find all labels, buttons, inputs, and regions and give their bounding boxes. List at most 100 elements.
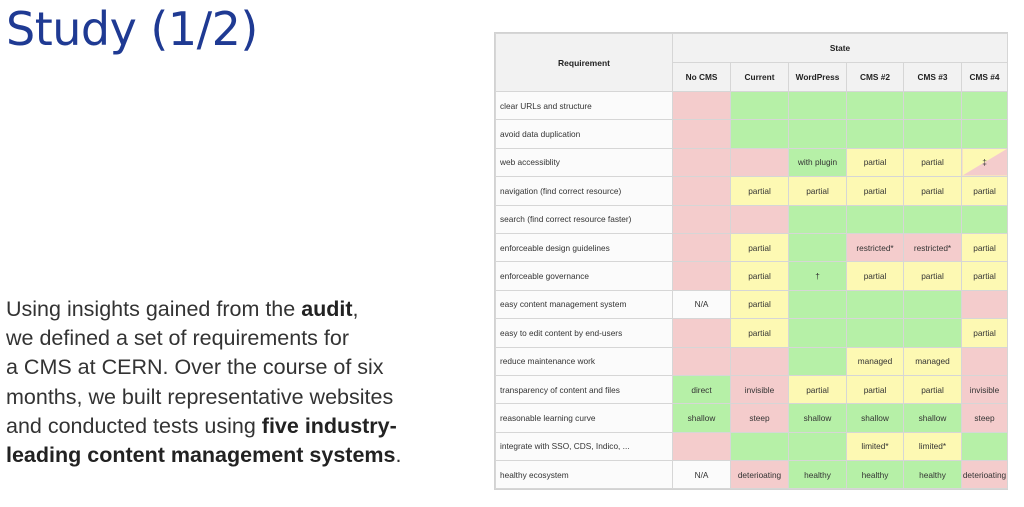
column-header: No CMS: [672, 62, 731, 92]
body-line-text: and conducted tests using: [6, 413, 262, 438]
state-cell: managed: [846, 346, 904, 376]
table-row: avoid data duplication: [495, 119, 1009, 149]
state-cell: [846, 289, 904, 320]
state-cell: N/A: [672, 289, 731, 320]
state-cell: [788, 119, 847, 149]
requirement-cell: easy content management system: [495, 289, 673, 320]
state-cell: partial: [903, 176, 962, 206]
state-cell: with plugin: [788, 147, 847, 178]
requirement-cell: web accessiblity: [495, 147, 673, 178]
body-line: and conducted tests using five industry-: [6, 412, 446, 441]
state-cell: partial: [903, 261, 962, 291]
state-cell: [672, 232, 731, 263]
state-cell: deterioating: [730, 460, 789, 490]
state-cell: [960, 204, 1009, 234]
requirement-cell: transparency of content and files: [495, 374, 673, 405]
table-row: easy to edit content by end-users partial…: [495, 318, 1009, 348]
state-cell: partial: [960, 232, 1009, 263]
state-cell: steep: [960, 403, 1009, 433]
state-cell: limited*: [903, 431, 962, 462]
state-cell: [672, 261, 731, 291]
state-cell: direct: [672, 374, 731, 405]
state-cell: restricted*: [846, 232, 904, 263]
requirement-cell: reasonable learning curve: [495, 403, 673, 433]
state-cell: partial: [903, 147, 962, 178]
body-line: a CMS at CERN. Over the course of six: [6, 353, 446, 382]
table-row: reduce maintenance work managed managed: [495, 346, 1009, 376]
body-line: months, we built representative websites: [6, 383, 446, 412]
state-cell: partial: [846, 374, 904, 405]
table-row: transparency of content and files direct i…: [495, 374, 1009, 405]
state-cell: partial: [903, 374, 962, 405]
body-line: leading content management systems.: [6, 441, 446, 470]
requirement-cell: clear URLs and structure: [495, 90, 673, 121]
state-cell: [672, 147, 731, 178]
state-cell: [903, 204, 962, 234]
requirement-cell: navigation (find correct resource): [495, 176, 673, 206]
column-header: CMS #4: [960, 62, 1009, 92]
body-line: Using insights gained from the audit,: [6, 295, 446, 324]
state-cell: invisible: [960, 374, 1009, 405]
requirement-cell: avoid data duplication: [495, 119, 673, 149]
table-row: navigation (find correct resource) partia…: [495, 176, 1009, 206]
state-cell: [730, 346, 789, 376]
state-cell: [672, 431, 731, 462]
state-cell: partial: [960, 318, 1009, 348]
state-cell: [730, 119, 789, 149]
table-row: search (find correct resource faster): [495, 204, 1009, 234]
state-cell: [730, 431, 789, 462]
requirement-cell: enforceable design guidelines: [495, 232, 673, 263]
state-cell: [788, 318, 847, 348]
requirement-cell: enforceable governance: [495, 261, 673, 291]
state-cell: steep: [730, 403, 789, 433]
state-cell: [960, 431, 1009, 462]
state-cell: partial: [846, 176, 904, 206]
body-line-text: we defined a set of requirements for: [6, 326, 349, 351]
state-cell: [672, 346, 731, 376]
table-row: enforceable governance partial † partial par…: [495, 261, 1009, 291]
state-cell: partial: [846, 147, 904, 178]
requirement-cell: integrate with SSO, CDS, Indico, ...: [495, 431, 673, 462]
state-cell: partial: [730, 289, 789, 320]
state-cell: ‡: [960, 147, 1009, 178]
state-cell: managed: [903, 346, 962, 376]
table-row: reasonable learning curve shallow steep sha…: [495, 403, 1009, 433]
state-cell: [903, 289, 962, 320]
state-cell: [960, 289, 1009, 320]
body-line: we defined a set of requirements for: [6, 324, 446, 353]
requirement-cell: healthy ecosystem: [495, 460, 673, 490]
state-cell: deterioating: [960, 460, 1009, 490]
body-line-suffix: ,: [352, 297, 359, 321]
requirement-cell: easy to edit content by end-users: [495, 318, 673, 348]
requirement-header: Requirement: [495, 33, 673, 92]
state-cell: partial: [960, 261, 1009, 291]
state-cell: [960, 90, 1009, 121]
state-cell: [903, 318, 962, 348]
state-cell: [672, 204, 731, 234]
requirement-cell: search (find correct resource faster): [495, 204, 673, 234]
state-cell: [788, 204, 847, 234]
state-cell: [788, 232, 847, 263]
state-cell: healthy: [903, 460, 962, 490]
state-cell: shallow: [672, 403, 731, 433]
state-cell: [788, 431, 847, 462]
state-cell: [672, 318, 731, 348]
state-cell: [672, 119, 731, 149]
body-line-emphasis: audit: [301, 297, 353, 321]
state-cell: [846, 119, 904, 149]
table-row: integrate with SSO, CDS, Indico, ... limi…: [495, 431, 1009, 462]
state-cell: shallow: [846, 403, 904, 433]
state-cell: healthy: [788, 460, 847, 490]
state-cell: [960, 119, 1009, 149]
state-cell: [788, 289, 847, 320]
state-cell: [903, 90, 962, 121]
state-cell: shallow: [903, 403, 962, 433]
slide-title: Study (1/2): [6, 2, 258, 56]
state-cell: partial: [730, 232, 789, 263]
state-cell: †: [788, 261, 847, 291]
slide-body-text: Using insights gained from the audit, we …: [6, 295, 446, 470]
state-cell: partial: [846, 261, 904, 291]
table-row: web accessiblity with plugin partial partia…: [495, 147, 1009, 178]
state-group-header: State: [671, 33, 1009, 63]
state-cell: [846, 90, 904, 121]
